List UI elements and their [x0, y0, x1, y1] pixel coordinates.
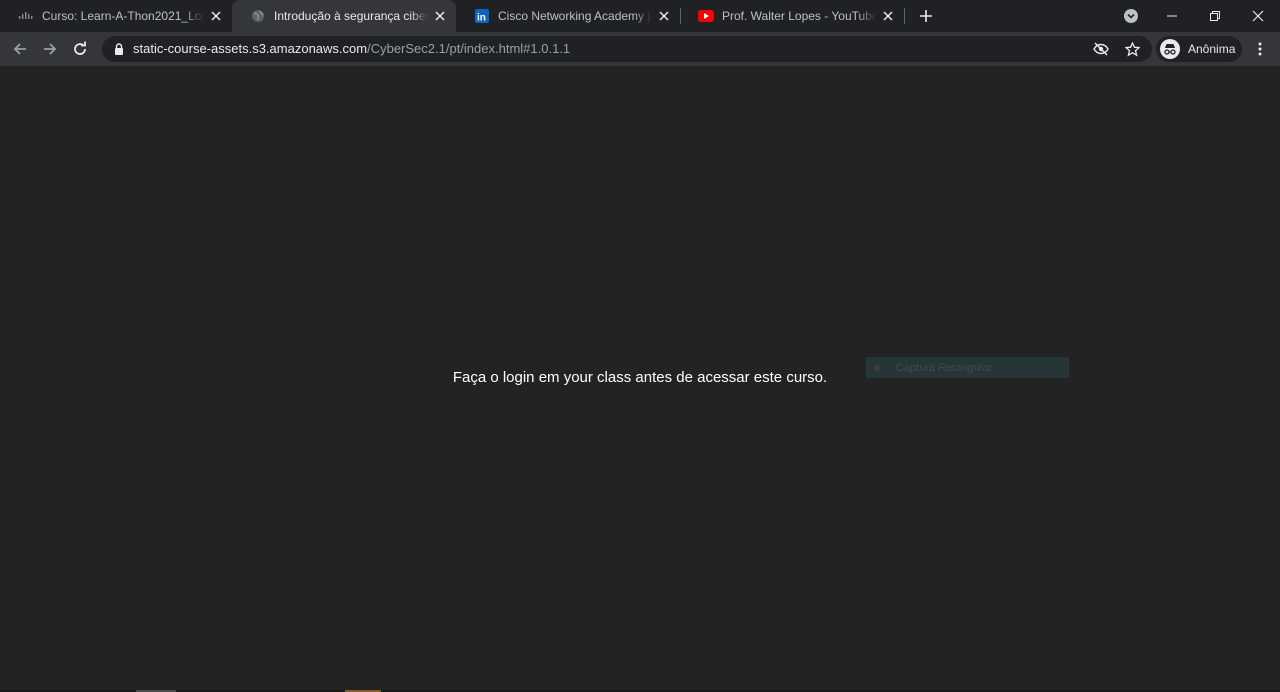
url-host: static-course-assets.s3.amazonaws.com — [133, 41, 368, 56]
tab-title: Cisco Networking Academy | LinkedIn — [498, 9, 652, 23]
minimize-button[interactable] — [1149, 0, 1195, 32]
close-icon[interactable] — [880, 8, 896, 24]
youtube-icon — [698, 8, 714, 24]
close-icon[interactable] — [208, 8, 224, 24]
tab-linkedin[interactable]: in Cisco Networking Academy | LinkedIn — [456, 0, 680, 32]
linkedin-icon: in — [474, 8, 490, 24]
new-tab-button[interactable] — [914, 4, 938, 28]
tab-title: Prof. Walter Lopes - YouTube — [722, 9, 876, 23]
tab-youtube[interactable]: Prof. Walter Lopes - YouTube — [680, 0, 904, 32]
close-icon[interactable] — [432, 8, 448, 24]
capture-dot-icon — [874, 364, 880, 371]
lock-icon[interactable] — [112, 42, 126, 56]
tab-curso-learn-a-thon[interactable]: Curso: Learn-A-Thon2021_Lopes — [0, 0, 232, 32]
tab-introducao-seguranca[interactable]: Introdução à segurança cibernética — [232, 0, 456, 32]
profile-label: Anônima — [1188, 42, 1236, 56]
url-path: /CyberSec2.1/pt/index.html#1.0.1.1 — [367, 41, 571, 56]
incognito-profile-button[interactable]: Anônima — [1156, 36, 1242, 62]
globe-icon — [250, 8, 266, 24]
tab-title: Curso: Learn-A-Thon2021_Lopes — [42, 9, 204, 23]
browser-menu-button[interactable] — [1248, 35, 1272, 63]
address-bar[interactable]: static-course-assets.s3.amazonaws.com/Cy… — [102, 36, 1152, 62]
login-required-message: Faça o login em your class antes de aces… — [452, 369, 828, 386]
rectangular-capture-overlay[interactable]: Captura Retangular — [866, 357, 1069, 378]
arrow-right-icon — [44, 43, 57, 55]
close-window-button[interactable] — [1235, 0, 1280, 32]
plus-icon — [920, 10, 932, 22]
tab-separator — [904, 8, 905, 24]
tab-search-button[interactable] — [1108, 0, 1154, 32]
capture-label: Captura Retangular — [896, 361, 993, 374]
arrow-left-icon — [13, 43, 26, 55]
more-vert-icon — [1258, 42, 1262, 56]
tab-title: Introdução à segurança cibernética — [274, 9, 428, 23]
svg-text:in: in — [477, 13, 486, 24]
tracking-blocked-eye-icon[interactable] — [1092, 40, 1110, 58]
bookmark-star-icon[interactable] — [1123, 40, 1141, 58]
url-text[interactable]: static-course-assets.s3.amazonaws.com/Cy… — [133, 36, 570, 62]
chevron-down-icon — [1124, 9, 1138, 23]
close-icon[interactable] — [656, 8, 672, 24]
restore-button[interactable] — [1192, 0, 1238, 32]
forward-button[interactable] — [36, 35, 64, 63]
toolbar: static-course-assets.s3.amazonaws.com/Cy… — [0, 32, 1280, 66]
incognito-icon — [1160, 39, 1180, 59]
cisco-icon — [18, 8, 34, 24]
minimize-icon — [1167, 15, 1177, 17]
tab-strip: Curso: Learn-A-Thon2021_Lopes Introdução… — [0, 0, 1280, 32]
close-icon — [1252, 10, 1264, 22]
reload-icon — [74, 41, 86, 55]
back-button[interactable] — [6, 35, 34, 63]
restore-icon — [1210, 11, 1220, 21]
page-content: Faça o login em your class antes de aces… — [0, 66, 1280, 692]
reload-button[interactable] — [66, 35, 94, 63]
